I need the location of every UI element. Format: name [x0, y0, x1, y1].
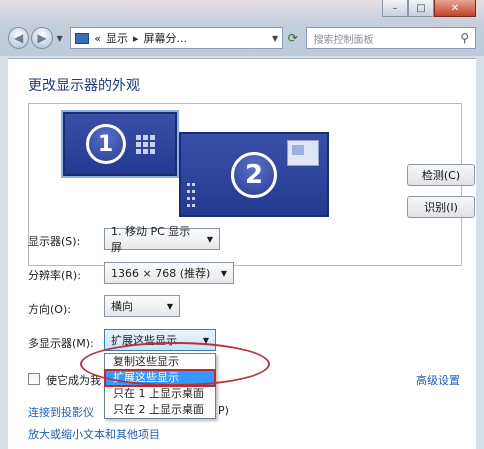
monitor-2[interactable]: 2: [179, 132, 329, 217]
resolution-select-value: 1366 × 768 (推荐): [111, 267, 211, 280]
detect-button[interactable]: 检测(C): [407, 164, 475, 186]
window-controls: – □ ✕: [382, 0, 476, 17]
search-input[interactable]: 搜索控制面板 ⚲: [306, 27, 476, 49]
minimize-button[interactable]: –: [382, 0, 408, 17]
monitor-1[interactable]: 1: [61, 110, 179, 178]
advanced-settings-link[interactable]: 高级设置: [416, 372, 460, 388]
window-thumbnail-icon: [287, 140, 319, 166]
resolution-label: 分辨率(R):: [28, 269, 81, 282]
dropdown-option-only-2[interactable]: 只在 2 上显示桌面: [105, 402, 215, 418]
dropdown-option-only-1[interactable]: 只在 1 上显示桌面: [105, 386, 215, 402]
display-select-value: 1. 移动 PC 显示屏: [111, 225, 191, 254]
make-main-display-checkbox[interactable]: [28, 373, 40, 385]
resolution-select[interactable]: 1366 × 768 (推荐) ▼: [104, 262, 234, 284]
display-arrangement-panel: 1 2 检测(C) 识别(I): [28, 103, 475, 266]
annotation-highlight-ellipse: [80, 342, 270, 386]
display-label: 显示器(S):: [28, 235, 81, 248]
orientation-label: 方向(O):: [28, 303, 71, 316]
chevron-down-icon: ▼: [166, 301, 173, 311]
orientation-select-value: 横向: [111, 300, 133, 313]
refresh-icon[interactable]: ⟳: [283, 31, 302, 45]
desktop-icons: [187, 183, 197, 209]
page-title: 更改显示器的外观: [28, 78, 140, 94]
orientation-select[interactable]: 横向 ▼: [104, 295, 180, 317]
breadcrumb-screen-resolution[interactable]: 屏幕分...: [144, 30, 188, 46]
recent-pages-dropdown[interactable]: ▼: [57, 34, 67, 43]
monitor-1-number: 1: [85, 124, 126, 164]
search-icon[interactable]: ⚲: [460, 31, 469, 45]
display-select[interactable]: 1. 移动 PC 显示屏 ▼: [104, 225, 220, 254]
control-panel-icon: [75, 32, 90, 44]
back-button[interactable]: ◀: [8, 27, 30, 49]
address-bar[interactable]: « 显示 ▸ 屏幕分... ▼: [70, 27, 284, 49]
content-pane: 更改显示器的外观 1 2 检测(C) 识别(I) 显示器(S): 1. 移动 P…: [8, 58, 476, 449]
monitor-2-number: 2: [231, 151, 277, 198]
breadcrumb-prefix[interactable]: «: [94, 32, 101, 45]
text-size-link[interactable]: 放大或缩小文本和其他项目: [28, 426, 160, 442]
chevron-down-icon: ▼: [206, 234, 213, 244]
search-placeholder: 搜索控制面板: [313, 34, 374, 46]
identify-button[interactable]: 识别(I): [407, 196, 475, 218]
navigation-bar: ◀ ▶ ▼ « 显示 ▸ 屏幕分... ▼ ⟳ 搜索控制面板 ⚲: [8, 26, 476, 50]
chevron-down-icon[interactable]: ▼: [272, 34, 278, 43]
breadcrumb-display[interactable]: 显示: [106, 30, 128, 46]
chevron-down-icon: ▼: [220, 268, 227, 278]
breadcrumb-separator[interactable]: ▸: [133, 32, 139, 45]
connect-projector-link[interactable]: 连接到投影仪: [28, 404, 94, 420]
close-button[interactable]: ✕: [434, 0, 476, 17]
forward-button[interactable]: ▶: [31, 27, 53, 49]
multi-display-label: 多显示器(M):: [28, 337, 94, 350]
desktop-icons: [135, 134, 155, 154]
projector-shortcut-suffix: P): [218, 404, 229, 417]
window-chrome: – □ ✕ ◀ ▶ ▼ « 显示 ▸ 屏幕分... ▼ ⟳ 搜索控制面板 ⚲: [0, 0, 484, 56]
maximize-button[interactable]: □: [408, 0, 434, 17]
